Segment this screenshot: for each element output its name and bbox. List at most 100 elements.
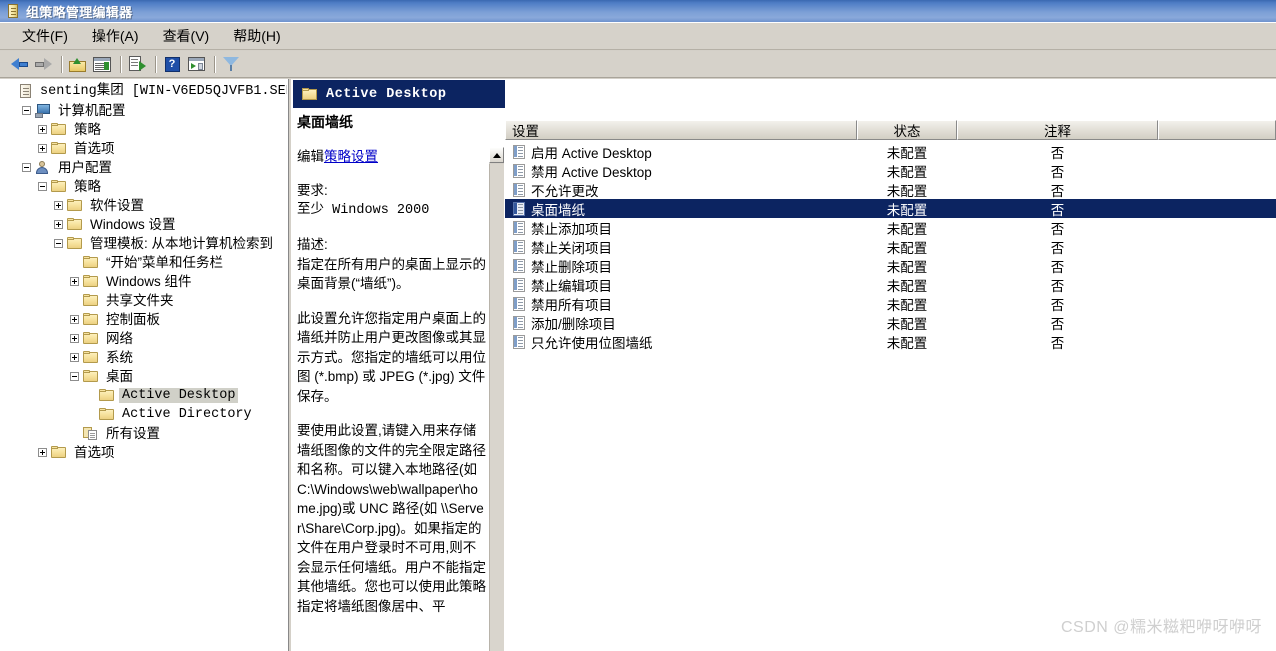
expand-plus-icon[interactable] (38, 448, 47, 457)
policy-setting-icon (513, 334, 526, 349)
expand-plus-icon[interactable] (38, 125, 47, 134)
requirement-block: 要求: 至少 Windows 2000 (297, 181, 487, 220)
collapse-minus-icon[interactable] (54, 239, 63, 248)
tree-item[interactable]: 首选项 (0, 443, 287, 462)
tree-item[interactable]: senting集团 [WIN-V6ED5QJVFB1.SENT (0, 82, 287, 101)
settings-list-view[interactable]: 设置 状态 注释 启用 Active Desktop 未配置否禁用 Active … (505, 79, 1276, 651)
extended-description-pane: Active Desktop 桌面墙纸 编辑策略设置 要求: 至少 Window… (293, 79, 505, 651)
tree-item[interactable]: Windows 组件 (0, 272, 287, 291)
expand-plus-icon[interactable] (54, 201, 63, 210)
console-tree[interactable]: senting集团 [WIN-V6ED5QJVFB1.SENT 计算机配置 策略 首选… (0, 79, 288, 651)
tree-item[interactable]: 共享文件夹 (0, 291, 287, 310)
description-block: 描述: 指定在所有用户的桌面上显示的桌面背景(“墙纸”)。 (297, 235, 487, 294)
tree-item[interactable]: 系统 (0, 348, 287, 367)
expand-plus-icon[interactable] (70, 277, 79, 286)
scroll-up-button[interactable] (489, 147, 504, 163)
cell-comment: 否 (1050, 183, 1065, 199)
settings-list-row[interactable]: 禁用所有项目 未配置 否 (505, 294, 1276, 313)
user-icon (35, 160, 51, 175)
help-button[interactable]: ? (161, 54, 183, 75)
collapse-minus-icon[interactable] (22, 163, 31, 172)
menu-help[interactable]: 帮助(H) (221, 23, 292, 49)
folder-icon (51, 123, 67, 136)
folder-icon (51, 446, 67, 459)
folder-icon (67, 199, 83, 212)
settings-list-row[interactable]: 禁止添加项目 未配置 否 (505, 218, 1276, 237)
cell-state: 未配置 (886, 183, 928, 199)
settings-list-row[interactable]: 禁止编辑项目 未配置 否 (505, 275, 1276, 294)
tree-item[interactable]: Active Directory (0, 405, 287, 424)
up-one-level-button[interactable] (67, 54, 89, 75)
tree-item[interactable]: 网络 (0, 329, 287, 348)
settings-list-row[interactable]: 只允许使用位图墙纸 未配置 否 (505, 332, 1276, 351)
policy-setting-icon (513, 144, 526, 159)
tree-item[interactable]: Active Desktop (0, 386, 287, 405)
settings-list-row[interactable]: 禁用 Active Desktop 未配置 否 (505, 161, 1276, 180)
tree-item[interactable]: 首选项 (0, 139, 287, 158)
settings-list-row[interactable]: 禁止删除项目 未配置 否 (505, 256, 1276, 275)
expand-plus-icon[interactable] (70, 315, 79, 324)
settings-list-row[interactable]: 不允许更改 未配置 否 (505, 180, 1276, 199)
tree-item[interactable]: 所有设置 (0, 424, 287, 443)
show-hide-console-tree-button[interactable] (91, 54, 113, 75)
folder-icon (83, 332, 99, 345)
tree-item[interactable]: 软件设置 (0, 196, 287, 215)
tree-item[interactable]: 控制面板 (0, 310, 287, 329)
show-hide-action-pane-button[interactable] (185, 54, 207, 75)
settings-list-row[interactable]: 启用 Active Desktop 未配置 否 (505, 142, 1276, 161)
edit-policy-setting-link[interactable]: 策略设置 (324, 149, 378, 164)
tree-item[interactable]: 策略 (0, 177, 287, 196)
filter-button[interactable] (220, 54, 242, 75)
expand-plus-icon[interactable] (38, 144, 47, 153)
back-button[interactable] (8, 54, 30, 75)
tree-item[interactable]: 用户配置 (0, 158, 287, 177)
menu-file[interactable]: 文件(F) (10, 23, 80, 49)
column-header-state[interactable]: 状态 (857, 120, 957, 140)
description-header-title: Active Desktop (326, 86, 447, 102)
all-settings-icon (83, 426, 99, 441)
collapse-minus-icon[interactable] (70, 372, 79, 381)
settings-list-row[interactable]: 桌面墙纸 未配置 否 (505, 199, 1276, 218)
policy-document-icon (6, 4, 20, 18)
cell-setting-name: 禁用所有项目 (505, 294, 857, 314)
menu-action[interactable]: 操作(A) (80, 23, 151, 49)
expand-plus-icon[interactable] (70, 353, 79, 362)
setting-name-label: 禁用 Active Desktop (531, 164, 652, 180)
cell-state: 未配置 (886, 278, 928, 294)
expand-plus-icon[interactable] (70, 334, 79, 343)
menu-view[interactable]: 查看(V) (151, 23, 222, 49)
forward-button[interactable] (32, 54, 54, 75)
tree-item[interactable]: 计算机配置 (0, 101, 287, 120)
folder-icon (67, 218, 83, 231)
scrollbar-track[interactable] (489, 164, 504, 651)
list-header-row: 设置 状态 注释 (505, 120, 1276, 140)
export-list-icon (129, 56, 146, 72)
export-list-button[interactable] (126, 54, 148, 75)
settings-list-row[interactable]: 添加/删除项目 未配置 否 (505, 313, 1276, 332)
show-hide-action-pane-icon (187, 57, 205, 71)
tree-item[interactable]: “开始”菜单和任务栏 (0, 253, 287, 272)
folder-icon (67, 237, 83, 250)
collapse-minus-icon[interactable] (22, 106, 31, 115)
column-header-setting[interactable]: 设置 (505, 120, 857, 140)
gpo-document-icon (19, 84, 33, 99)
cell-state: 未配置 (886, 240, 928, 256)
back-arrow-icon (10, 57, 28, 71)
tree-item[interactable]: 管理模板: 从本地计算机检索到 (0, 234, 287, 253)
collapse-minus-icon[interactable] (38, 182, 47, 191)
tree-item[interactable]: 桌面 (0, 367, 287, 386)
settings-list-row[interactable]: 禁止关闭项目 未配置 否 (505, 237, 1276, 256)
tree-item[interactable]: Windows 设置 (0, 215, 287, 234)
cell-state: 未配置 (886, 145, 928, 161)
tree-toggle-placeholder (86, 391, 95, 400)
expand-plus-icon[interactable] (54, 220, 63, 229)
show-hide-console-tree-icon (93, 56, 111, 72)
description-scrollbar[interactable] (489, 147, 504, 651)
toolbar-separator-2 (120, 55, 121, 73)
cell-state: 未配置 (886, 164, 928, 180)
cell-comment: 否 (1050, 145, 1065, 161)
tree-splitter[interactable] (288, 79, 292, 651)
tree-item[interactable]: 策略 (0, 120, 287, 139)
policy-setting-icon (513, 239, 526, 254)
column-header-comment[interactable]: 注释 (957, 120, 1158, 140)
